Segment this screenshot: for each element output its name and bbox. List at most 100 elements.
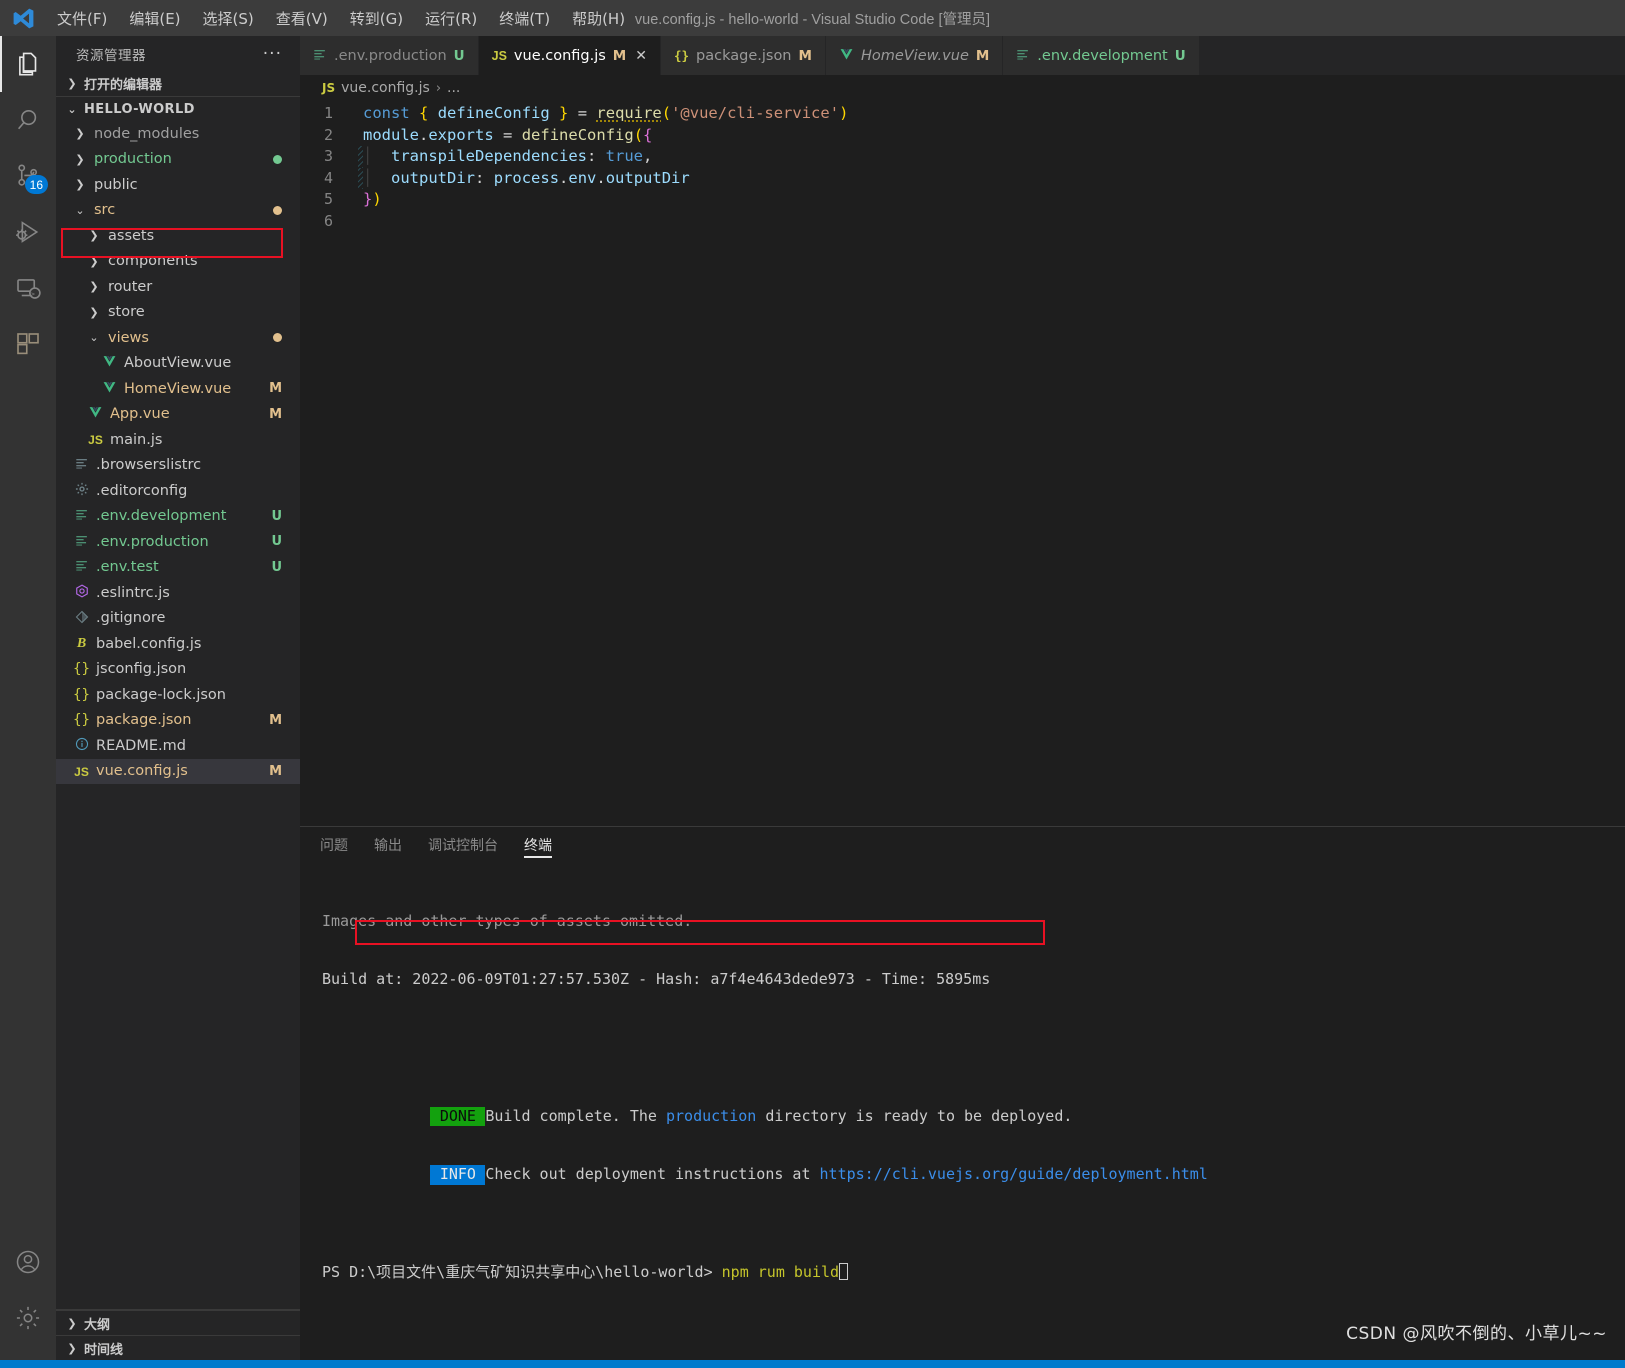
menu-help[interactable]: 帮助(H) [561, 4, 636, 33]
code-line: 6 [300, 211, 1625, 233]
tab-terminal[interactable]: 终端 [524, 827, 552, 863]
tree-item-browserslistrc[interactable]: .browserslistrc [56, 453, 300, 479]
chevron-right-icon: ❯ [75, 152, 85, 166]
deployment-link[interactable]: https://cli.vuejs.org/guide/deployment.h… [820, 1165, 1208, 1183]
json-icon: {} [73, 712, 90, 729]
editor-tab-bar[interactable]: .env.production U JS vue.config.js M ✕ {} packa… [300, 36, 1625, 75]
activity-source-control-icon[interactable]: 16 [0, 148, 56, 204]
activity-remote-explorer-icon[interactable]: >_ [0, 260, 56, 316]
menu-run[interactable]: 运行(R) [414, 4, 488, 33]
tree-item-label: AboutView.vue [124, 355, 232, 372]
source-control-badge: 16 [24, 175, 48, 194]
breadcrumb-file[interactable]: vue.config.js [341, 80, 430, 96]
chevron-right-icon: ❯ [75, 127, 85, 141]
tree-item-label: .env.production [96, 533, 209, 550]
tree-item-jsconfig-json[interactable]: {} jsconfig.json [56, 657, 300, 683]
sidebar-more-actions-icon[interactable]: ··· [263, 44, 282, 64]
editor-tab-env-development[interactable]: .env.development U [1003, 36, 1200, 75]
code-editor[interactable]: 1 const { defineConfig } = require('@vue… [300, 101, 1625, 826]
menu-edit[interactable]: 编辑(E) [118, 4, 191, 33]
menu-terminal[interactable]: 终端(T) [488, 4, 561, 33]
editor-tab-homeview-vue[interactable]: HomeView.vue M [825, 36, 1004, 75]
tree-item-label: package-lock.json [96, 686, 226, 703]
code-text-line-5: }) [363, 190, 382, 208]
tree-item-label: router [108, 278, 153, 295]
tree-item-public[interactable]: ❯ public [56, 172, 300, 198]
activity-account-icon[interactable] [0, 1234, 56, 1290]
tree-item-label: views [108, 329, 149, 346]
tree-item-router[interactable]: ❯ router [56, 274, 300, 300]
section-timeline[interactable]: ❯ 时间线 [56, 1335, 300, 1360]
info-icon [72, 737, 91, 754]
tab-output[interactable]: 输出 [374, 827, 402, 863]
chevron-right-icon: ❯ [89, 280, 99, 294]
tree-item-production[interactable]: ❯ production [56, 147, 300, 173]
section-outline[interactable]: ❯ 大纲 [56, 1310, 300, 1335]
git-status-dot [273, 205, 282, 215]
menu-go[interactable]: 转到(G) [339, 4, 414, 33]
activity-files-explorer-icon[interactable] [0, 36, 56, 92]
close-icon[interactable]: ✕ [635, 48, 647, 64]
tree-item-node-modules[interactable]: ❯ node_modules [56, 121, 300, 147]
editor-tab-label: .env.production [334, 47, 447, 64]
terminal-prompt-line[interactable]: PS D:\项目文件\重庆气矿知识共享中心\hello-world> npm r… [322, 1262, 1625, 1283]
activity-extensions-icon[interactable] [0, 316, 56, 372]
file-tree[interactable]: ❯ node_modules ❯ production ❯ public ⌄ src ❯ asse… [56, 121, 300, 1309]
terminal-line-assets: Images and other types of assets omitted… [322, 911, 693, 930]
editor-tab-env-production[interactable]: .env.production U [300, 36, 479, 75]
activity-manage-gear-icon[interactable] [0, 1290, 56, 1346]
tree-item-main-js[interactable]: JS main.js [56, 427, 300, 453]
tree-item-package-lock-json[interactable]: {} package-lock.json [56, 682, 300, 708]
tree-item-label: .gitignore [96, 610, 166, 627]
breadcrumb[interactable]: JS vue.config.js › ... [300, 75, 1625, 101]
section-open-editors[interactable]: ❯ 打开的编辑器 [56, 71, 300, 96]
activity-run-and-debug-icon[interactable] [0, 204, 56, 260]
terminal-line-build: Build at: 2022-06-09T01:27:57.530Z - Has… [322, 970, 991, 988]
tree-item-gitignore[interactable]: .gitignore [56, 606, 300, 632]
activity-search-icon[interactable] [0, 92, 56, 148]
tree-item-components[interactable]: ❯ components [56, 249, 300, 275]
tree-item-editorconfig[interactable]: .editorconfig [56, 478, 300, 504]
section-outline-label: 大纲 [84, 1317, 111, 1333]
terminal-output[interactable]: Images and other types of assets omitted… [300, 863, 1625, 1361]
breadcrumb-rest[interactable]: ... [447, 80, 460, 96]
chevron-right-icon: › [435, 80, 442, 96]
chevron-down-icon: ⌄ [67, 102, 77, 116]
tree-item-babel-config-js[interactable]: Bbabel.config.js [56, 631, 300, 657]
tree-item-views[interactable]: ⌄ views [56, 325, 300, 351]
section-root-folder[interactable]: ⌄ HELLO-WORLD [56, 96, 300, 121]
fold-guide [356, 125, 363, 147]
code-text-line-3: │ transpileDependencies: true, [363, 147, 653, 165]
tree-item-src[interactable]: ⌄ src [56, 198, 300, 224]
git-status-letter: U [271, 559, 282, 575]
tab-debug-console[interactable]: 调试控制台 [428, 827, 498, 863]
menu-bar[interactable]: 文件(F) 编辑(E) 选择(S) 查看(V) 转到(G) 运行(R) 终端(T… [46, 4, 636, 33]
terminal-line-done: DONE Build complete. The production direc… [322, 1087, 1625, 1126]
tree-item-aboutview-vue[interactable]: AboutView.vue [56, 351, 300, 377]
tree-item-assets[interactable]: ❯ assets [56, 223, 300, 249]
tree-item-app-vue[interactable]: App.vue M [56, 402, 300, 428]
tree-item-eslintrc-js[interactable]: .eslintrc.js [56, 580, 300, 606]
tree-item-vue-config-js[interactable]: JS vue.config.js M [56, 758, 300, 784]
fold-guide [356, 211, 363, 233]
panel-tab-bar[interactable]: 问题 输出 调试控制台 终端 [300, 827, 1625, 863]
activity-bar: 16 >_ [0, 36, 56, 1360]
tree-item-package-json[interactable]: {} package.json M [56, 708, 300, 734]
status-bar[interactable] [0, 1360, 1625, 1368]
chevron-right-icon: ❯ [67, 1341, 77, 1355]
tree-item-env-production[interactable]: .env.production U [56, 529, 300, 555]
tree-item-readme-md[interactable]: README.md [56, 733, 300, 759]
tree-item-store[interactable]: ❯ store [56, 300, 300, 326]
tree-item-homeview-vue[interactable]: HomeView.vue M [56, 376, 300, 402]
editor-tab-package-json[interactable]: {} package.json M [660, 36, 826, 75]
git-status-letter: M [269, 712, 282, 728]
tree-item-env-test[interactable]: .env.test U [56, 555, 300, 581]
menu-file[interactable]: 文件(F) [46, 4, 118, 33]
line-number: 3 [323, 147, 333, 165]
menu-view[interactable]: 查看(V) [265, 4, 339, 33]
tab-problems[interactable]: 问题 [320, 827, 348, 863]
tree-item-label: App.vue [110, 406, 170, 423]
menu-selection[interactable]: 选择(S) [192, 4, 265, 33]
tree-item-env-development[interactable]: .env.development U [56, 504, 300, 530]
editor-tab-vue-config-js[interactable]: JS vue.config.js M ✕ [478, 36, 661, 75]
